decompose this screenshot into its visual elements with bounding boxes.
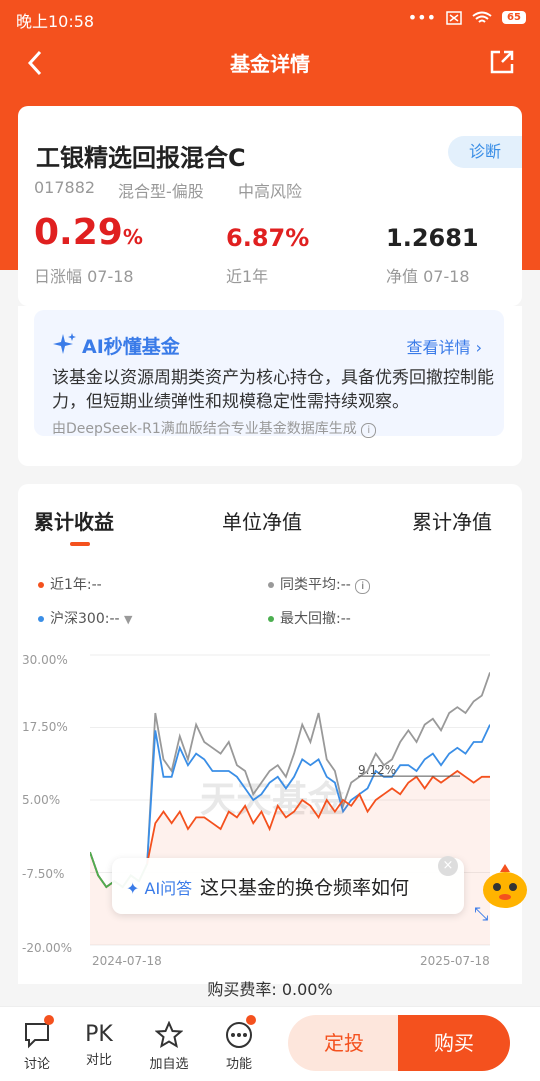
ai-footer: 由DeepSeek-R1满血版结合专业基金数据库生成 i	[52, 418, 377, 438]
legend-index[interactable]: 沪深300:-- ▼	[38, 608, 132, 628]
diagnose-button[interactable]: 诊断	[448, 136, 522, 168]
legend-dot	[38, 582, 44, 588]
notification-badge	[44, 1015, 54, 1025]
ai-summary-box[interactable]: AI秒懂基金 查看详情 › 该基金以资源周期类资产为核心持仓，具备优秀回撤控制能…	[34, 310, 504, 438]
compare-label: 对比	[85, 1053, 112, 1068]
notification-badge	[246, 1015, 256, 1025]
y-tick-label: 17.50%	[22, 720, 68, 734]
close-icon[interactable]: ×	[438, 856, 458, 876]
ai-ask-label-text: AI问答	[144, 879, 193, 898]
notification-icon	[446, 10, 462, 25]
y-tick-label: 5.00%	[22, 793, 61, 807]
wifi-icon	[472, 11, 492, 23]
fund-risk: 中高风险	[238, 182, 303, 201]
ai-view-details-link[interactable]: 查看详情 ›	[406, 334, 482, 358]
legend-drawdown-text: 最大回撤:--	[280, 611, 351, 627]
legend-peer: 同类平均:-- i	[268, 574, 371, 594]
discuss-label: 讨论	[23, 1057, 50, 1072]
day-change-value: 0.29%	[34, 212, 143, 253]
fund-summary-card: 工银精选回报混合C 诊断 017882 混合型-偏股 中高风险 0.29% 6.…	[18, 106, 522, 306]
status-bar: 晚上10:58 ••• 65	[0, 0, 540, 34]
fund-type: 混合型-偏股	[118, 182, 204, 201]
chevron-right-icon: ›	[475, 338, 482, 357]
legend-dot	[38, 616, 44, 622]
legend-drawdown: 最大回撤:--	[268, 608, 351, 628]
page-title: 基金详情	[230, 52, 310, 76]
y-tick-label: -20.00%	[22, 941, 73, 955]
max-drawdown-annotation: 9.12%	[358, 763, 396, 777]
legend-index-text: 沪深300:--	[50, 611, 120, 627]
day-change-label: 日涨幅 07-18	[34, 267, 134, 286]
ai-more-text: 查看详情	[406, 338, 471, 357]
day-change-unit: %	[122, 225, 143, 249]
legend-fund: 近1年:--	[38, 574, 102, 594]
dropdown-icon: ▼	[124, 613, 133, 626]
ai-summary-text: 该基金以资源周期类资产为核心持仓，具备优秀回撤控制能力，但短期业绩弹性和规模稳定…	[52, 368, 494, 412]
tab-unit-nav[interactable]: 单位净值	[222, 506, 302, 535]
fund-code: 017882	[34, 178, 96, 197]
auto-invest-button[interactable]: 定投	[288, 1015, 400, 1071]
watch-label: 加自选	[149, 1057, 189, 1072]
battery-icon: 65	[502, 11, 526, 24]
sparkle-icon	[53, 333, 76, 354]
legend-peer-text: 同类平均:--	[280, 577, 351, 593]
legend-dot	[268, 582, 274, 588]
chat-icon	[25, 1023, 49, 1049]
add-watchlist-button[interactable]: 加自选	[144, 1020, 194, 1072]
tab-cumulative-nav[interactable]: 累计净值	[412, 506, 492, 535]
info-icon[interactable]: i	[361, 423, 377, 438]
more-dots-icon: •••	[407, 8, 436, 27]
x-tick-label: 2025-07-18	[420, 954, 490, 968]
more-icon	[226, 1022, 252, 1048]
discuss-button[interactable]: 讨论	[12, 1021, 62, 1072]
ai-footer-text: 由DeepSeek-R1满血版结合专业基金数据库生成	[52, 421, 357, 437]
buy-button[interactable]: 购买	[398, 1015, 510, 1071]
fund-name: 工银精选回报混合C	[36, 144, 246, 172]
legend-fund-text: 近1年:--	[50, 577, 102, 593]
function-label: 功能	[225, 1057, 252, 1072]
purchase-fee: 购买费率: 0.00%	[207, 980, 333, 999]
ai-ask-label: ✦ AI问答	[126, 879, 193, 898]
ai-title: AI秒懂基金	[82, 336, 180, 358]
ai-card: AI秒懂基金 查看详情 › 该基金以资源周期类资产为核心持仓，具备优秀回撤控制能…	[18, 306, 522, 466]
x-tick-label: 2024-07-18	[92, 954, 162, 968]
ai-ask-question: 这只基金的换仓频率如何	[200, 877, 410, 899]
nav-bar: 基金详情	[0, 40, 540, 84]
pk-icon: PK	[85, 1022, 113, 1047]
bottom-bar: 讨论 PK 对比 加自选 功能 定投 购买	[0, 1006, 540, 1081]
info-icon[interactable]: i	[355, 579, 371, 594]
expand-icon[interactable]: ⤡	[474, 904, 488, 925]
day-change-number: 0.29	[34, 212, 123, 253]
legend-dot	[268, 616, 274, 622]
y-tick-label: 30.00%	[22, 653, 68, 667]
share-icon[interactable]	[488, 48, 516, 76]
year-return-label: 近1年	[226, 267, 269, 286]
status-time: 晚上10:58	[16, 12, 95, 31]
tab-cumulative-return[interactable]: 累计收益	[34, 506, 114, 535]
active-tab-indicator	[70, 542, 90, 546]
star-icon	[154, 1020, 184, 1049]
function-button[interactable]: 功能	[214, 1021, 264, 1072]
y-tick-label: -7.50%	[22, 867, 65, 881]
compare-button[interactable]: PK 对比	[74, 1021, 124, 1068]
ai-ask-popup[interactable]: ✦ AI问答 这只基金的换仓频率如何 ×	[112, 856, 464, 914]
nav-label: 净值 07-18	[386, 267, 470, 286]
nav-value: 1.2681	[386, 224, 479, 252]
year-return-value: 6.87%	[226, 224, 310, 252]
